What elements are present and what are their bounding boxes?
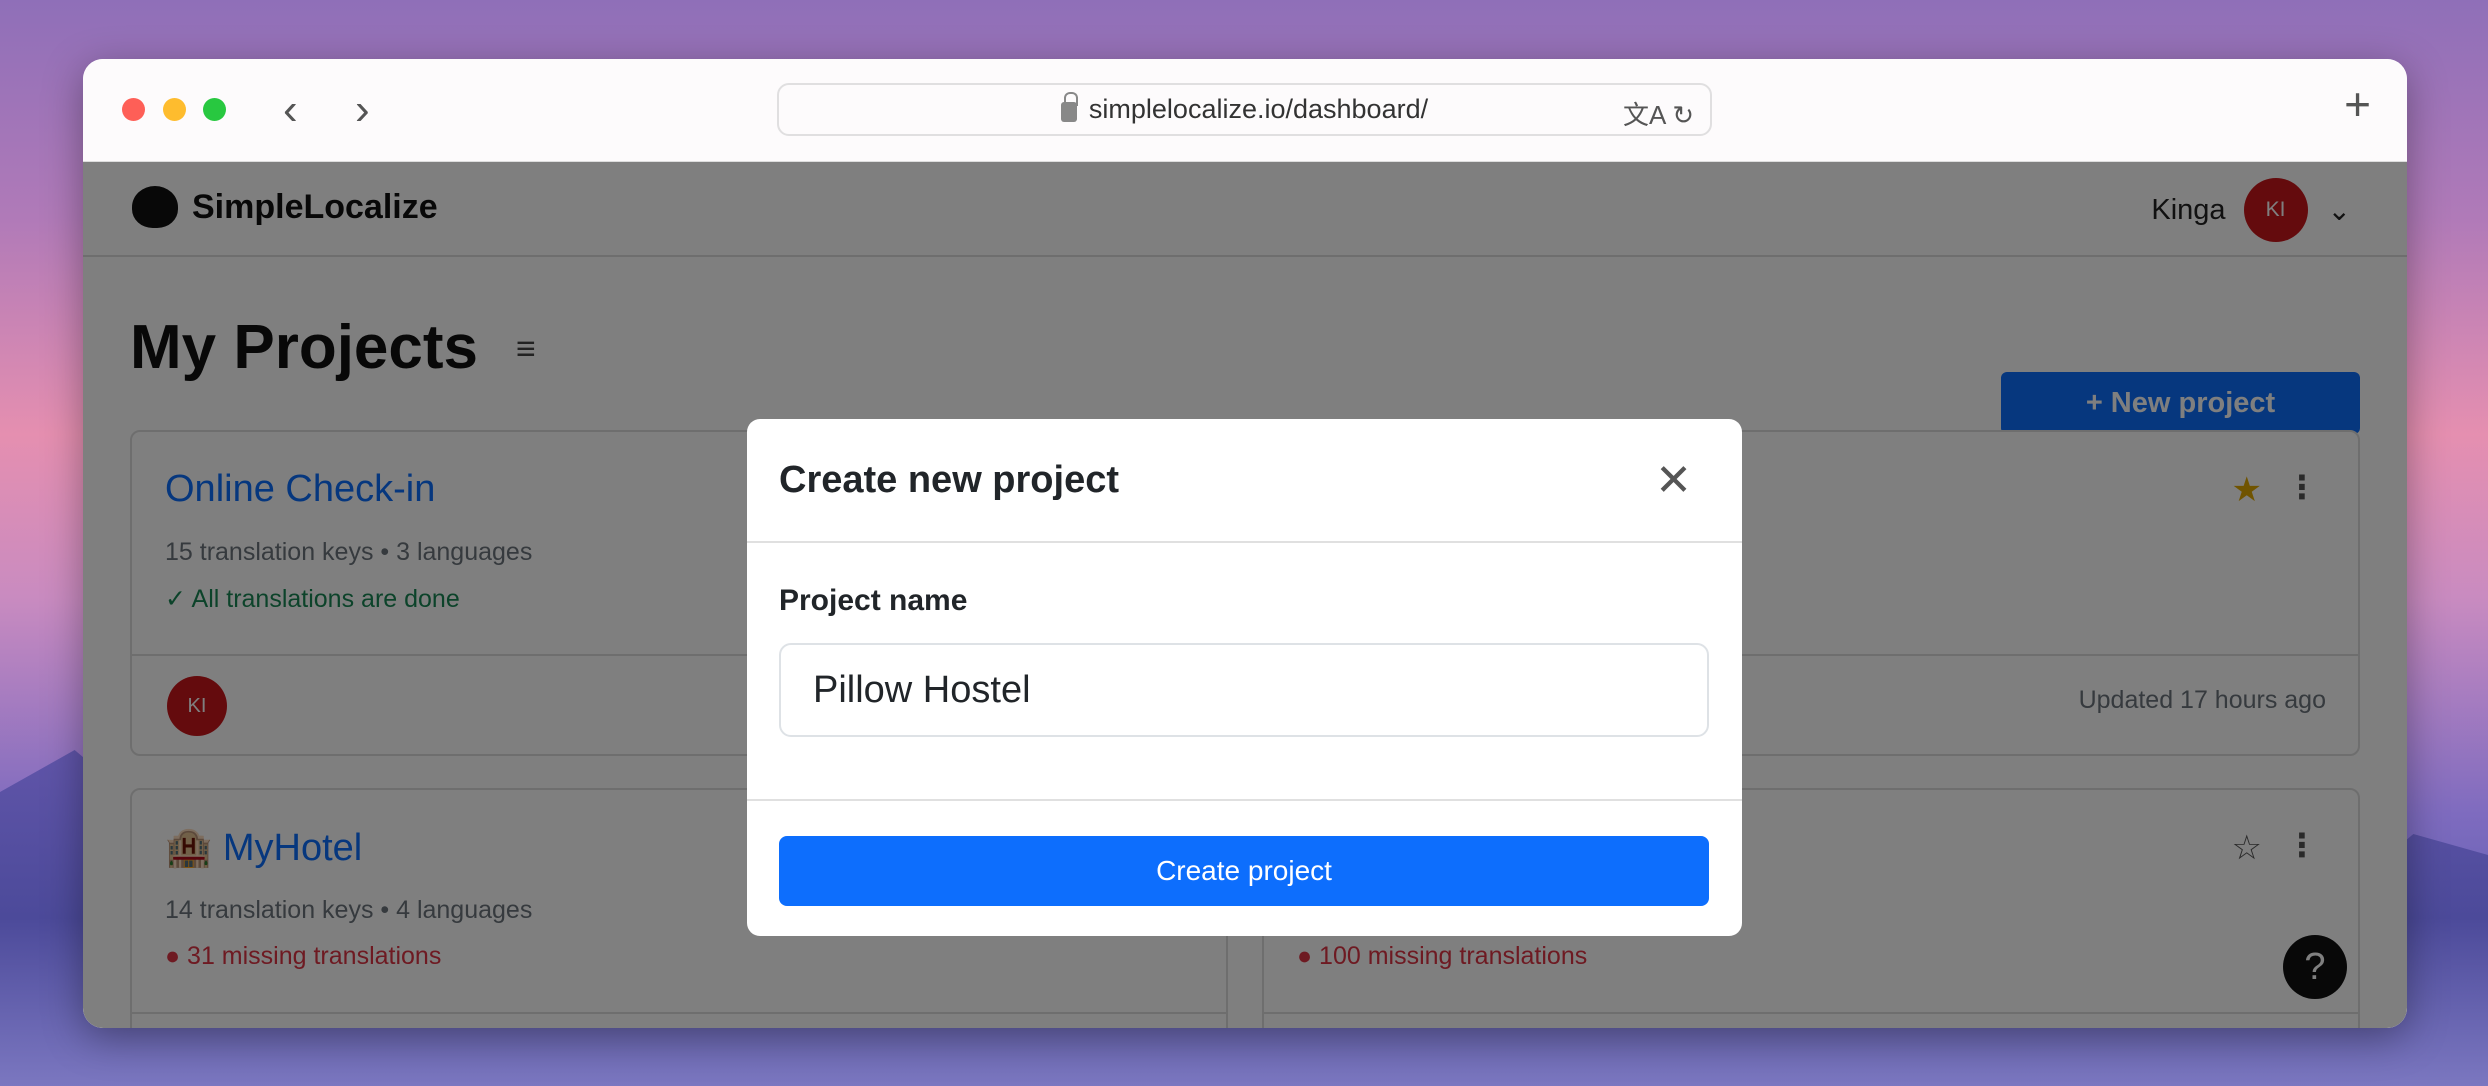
browser-toolbar: ‹ › simplelocalize.io/dashboard/ 文A ↻ + [83,59,2407,162]
new-tab-button[interactable]: + [2344,77,2371,131]
address-bar[interactable]: simplelocalize.io/dashboard/ 文A ↻ [777,83,1712,136]
create-project-modal: Create new project ✕ Project name Create… [747,419,1742,936]
lock-icon [1060,91,1078,122]
back-button[interactable]: ‹ [283,85,298,135]
modal-title: Create new project [779,459,1119,501]
create-project-button[interactable]: Create project [779,836,1709,906]
translate-icon[interactable]: 文A [1623,100,1665,130]
url-text: simplelocalize.io/dashboard/ [1088,94,1429,124]
app: SimpleLocalize KingaKI⌄ My Projects ≡ + … [83,162,2407,1028]
reload-icon[interactable]: ↻ [1672,100,1694,130]
forward-button[interactable]: › [355,85,370,135]
divider [747,799,1742,801]
minimize-window-button[interactable] [163,98,186,121]
divider [747,541,1742,543]
close-icon[interactable]: ✕ [1655,455,1692,506]
maximize-window-button[interactable] [203,98,226,121]
project-name-input[interactable] [779,643,1709,737]
close-window-button[interactable] [122,98,145,121]
project-name-label: Project name [779,584,968,617]
browser-window: ‹ › simplelocalize.io/dashboard/ 文A ↻ + … [83,59,2407,1028]
